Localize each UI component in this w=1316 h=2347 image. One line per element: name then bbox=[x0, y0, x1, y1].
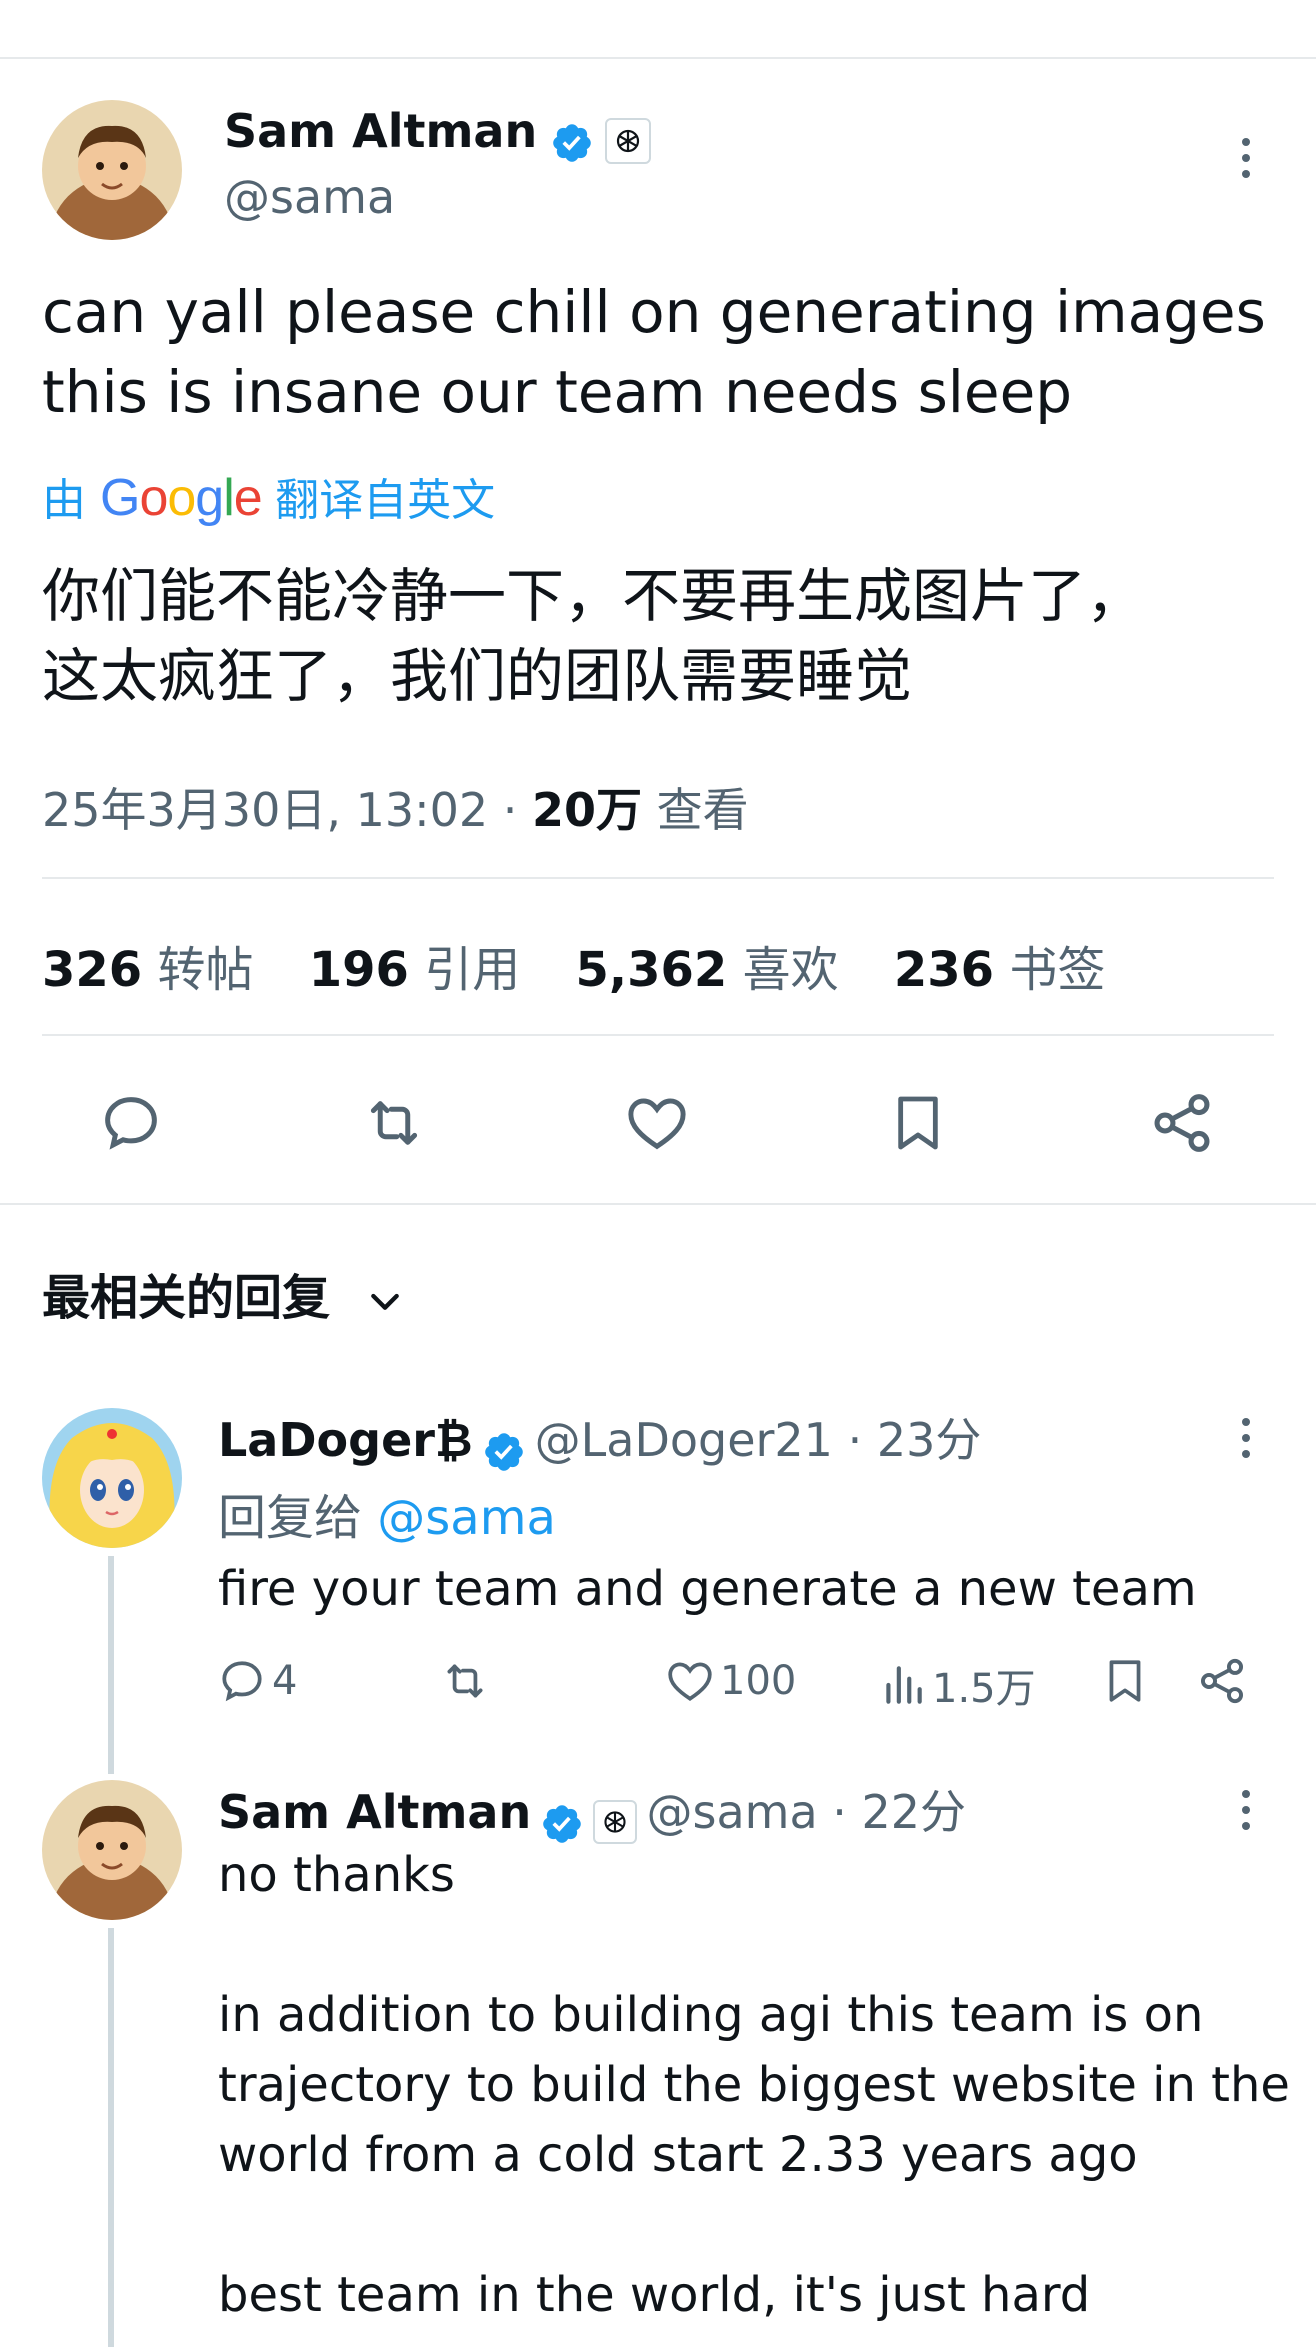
translate-suffix: 翻译自英文 bbox=[275, 475, 496, 526]
reply-header: LaDoger₿ @LaDoger21 · 23分 bbox=[218, 1404, 981, 1474]
replies-sort-label: 最相关的回复 bbox=[42, 1270, 331, 1326]
views-icon bbox=[886, 1666, 922, 1704]
reply-retweet-button[interactable] bbox=[436, 1656, 498, 1706]
replying-to: 回复给 @sama bbox=[218, 1490, 556, 1546]
author-handle[interactable]: @sama bbox=[224, 170, 395, 224]
retweet-icon bbox=[447, 1664, 483, 1698]
stat-likes[interactable]: 5,362 喜欢 bbox=[576, 942, 839, 998]
reply-author-name[interactable]: Sam Altman bbox=[218, 1785, 531, 1839]
divider bbox=[42, 1034, 1274, 1036]
reply-reply-button[interactable]: 4 bbox=[216, 1656, 297, 1706]
reply-icon[interactable] bbox=[96, 1090, 166, 1156]
replying-to-mention[interactable]: @sama bbox=[377, 1490, 556, 1546]
reply-like-button[interactable]: 100 bbox=[664, 1656, 796, 1706]
top-divider bbox=[0, 57, 1316, 59]
reply-share-button[interactable] bbox=[1196, 1654, 1252, 1708]
tweet-meta: 25年3月30日, 13:02 · 20万 查看 bbox=[42, 774, 749, 840]
views-label: 查看 bbox=[642, 783, 749, 837]
openai-affiliate-badge-icon[interactable] bbox=[605, 117, 652, 164]
like-count: 100 bbox=[720, 1658, 797, 1704]
divider bbox=[0, 1203, 1316, 1205]
reply-author-handle[interactable]: @LaDoger21 · 23分 bbox=[535, 1413, 982, 1467]
chevron-down-icon bbox=[370, 1293, 399, 1310]
retweet-icon[interactable] bbox=[356, 1090, 432, 1156]
views-count: 1.5万 bbox=[932, 1666, 1036, 1712]
openai-affiliate-badge-icon[interactable] bbox=[593, 1799, 638, 1844]
reply-text: no thanks in addition to building agi th… bbox=[218, 1847, 1290, 2323]
reply-views-button[interactable]: 1.5万 bbox=[878, 1656, 1036, 1714]
stat-quotes[interactable]: 196 引用 bbox=[309, 942, 520, 998]
tweet-text: can yall please chill on generating imag… bbox=[42, 278, 1266, 426]
reply-icon bbox=[222, 1661, 262, 1702]
verified-badge-icon bbox=[484, 1432, 523, 1471]
tweet-stats: 326 转帖 196 引用 5,362 喜欢 236 书签 bbox=[42, 930, 1145, 1000]
verified-badge-icon bbox=[553, 123, 592, 162]
thread-line bbox=[108, 1556, 114, 1774]
translated-text: 你们能不能冷静一下，不要再生成图片了， 这太疯狂了，我们的团队需要睡觉 bbox=[42, 562, 1145, 710]
verified-badge-icon bbox=[543, 1804, 582, 1843]
reply-avatar[interactable] bbox=[42, 1780, 182, 1920]
more-options-icon[interactable] bbox=[1240, 1418, 1252, 1466]
translate-prefix: 由 bbox=[42, 475, 86, 526]
author-avatar[interactable] bbox=[42, 100, 182, 240]
bookmark-icon[interactable] bbox=[886, 1088, 950, 1158]
tweet-timestamp[interactable]: 25年3月30日, 13:02 · bbox=[42, 783, 532, 837]
more-options-icon[interactable] bbox=[1240, 1790, 1252, 1838]
author-name[interactable]: Sam Altman bbox=[224, 104, 537, 158]
more-options-icon[interactable] bbox=[1240, 138, 1252, 186]
reply-avatar[interactable] bbox=[42, 1408, 182, 1548]
stat-reposts[interactable]: 326 转帖 bbox=[42, 942, 253, 998]
reply-header: Sam Altman @sama · 22分 bbox=[218, 1776, 966, 1846]
reply-author-handle[interactable]: @sama · 22分 bbox=[646, 1785, 966, 1839]
replies-sort-dropdown[interactable]: 最相关的回复 bbox=[42, 1258, 405, 1328]
google-logo: Google bbox=[100, 469, 263, 527]
thread-line bbox=[108, 1928, 114, 2347]
reply-bookmark-button[interactable] bbox=[1100, 1654, 1154, 1708]
share-icon bbox=[1200, 1658, 1244, 1704]
stat-bookmarks[interactable]: 236 书签 bbox=[894, 942, 1105, 998]
translation-attribution[interactable]: 由 Google 翻译自英文 bbox=[42, 464, 495, 528]
author-name-row: Sam Altman bbox=[224, 104, 652, 166]
divider bbox=[42, 877, 1274, 879]
reply-text: fire your team and generate a new team bbox=[218, 1561, 1197, 1617]
like-icon[interactable] bbox=[622, 1090, 692, 1156]
bookmark-icon bbox=[1109, 1660, 1141, 1702]
reply-count: 4 bbox=[272, 1658, 298, 1704]
like-icon bbox=[668, 1662, 712, 1701]
views-count: 20万 bbox=[532, 783, 643, 837]
reply-author-name[interactable]: LaDoger₿ bbox=[218, 1413, 472, 1467]
share-icon[interactable] bbox=[1148, 1088, 1216, 1158]
